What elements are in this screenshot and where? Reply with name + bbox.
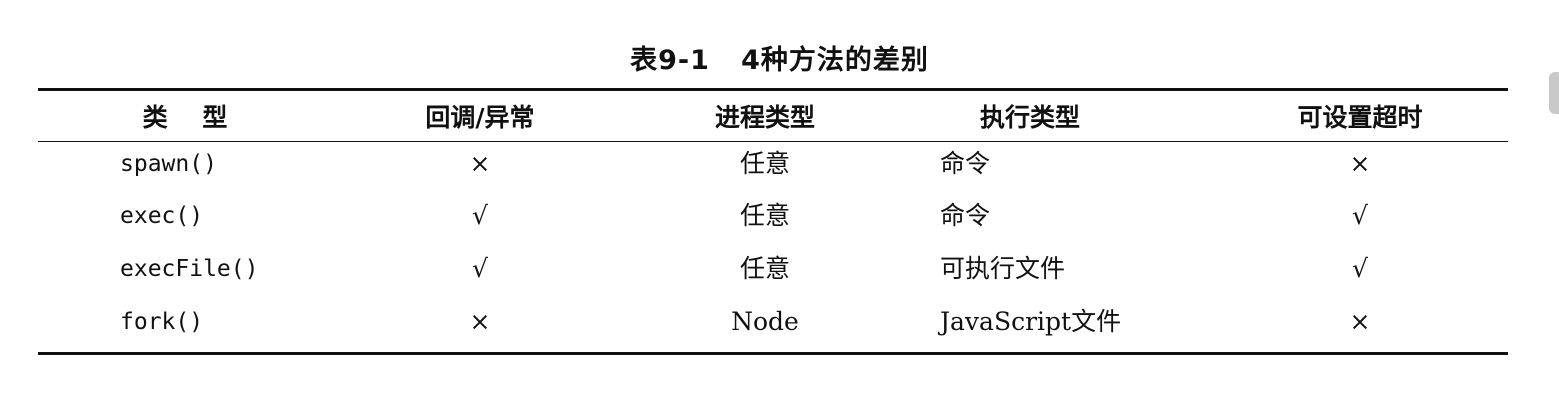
scrollbar-tab[interactable] [1549, 72, 1559, 114]
cell-execution-type: 命令 [940, 149, 991, 178]
cell-execution-type: 命令 [940, 201, 991, 230]
table-bottom-rule [38, 352, 1508, 355]
cell-method: spawn() [120, 151, 217, 177]
cell-callback-exception: √ [472, 201, 488, 230]
cell-timeout: × [1349, 149, 1371, 178]
table-row: execFile() √ 任意 可执行文件 √ [0, 249, 1559, 289]
cell-process-type: 任意 [739, 254, 790, 283]
header-process-type: 进程类型 [714, 103, 815, 132]
header-execution-type: 执行类型 [979, 103, 1080, 132]
table-row: exec() √ 任意 命令 √ [0, 196, 1559, 236]
cell-timeout: √ [1352, 254, 1368, 283]
cell-execution-type: JavaScript文件 [940, 307, 1122, 336]
table-top-rule [38, 88, 1508, 91]
cell-execution-type: 可执行文件 [940, 254, 1066, 283]
table-row: fork() × Node JavaScript文件 × [0, 302, 1559, 342]
cell-callback-exception: × [469, 307, 491, 336]
cell-timeout: × [1349, 307, 1371, 336]
cell-method: exec() [120, 203, 204, 229]
cell-process-type: 任意 [739, 201, 790, 230]
header-callback-exception: 回调/异常 [425, 103, 535, 132]
cell-timeout: √ [1352, 201, 1368, 230]
cell-callback-exception: × [469, 149, 491, 178]
header-timeout-configurable: 可设置超时 [1297, 103, 1423, 132]
cell-process-type: Node [731, 307, 799, 336]
table-row: spawn() × 任意 命令 × [0, 144, 1559, 184]
cell-method: execFile() [120, 256, 259, 282]
cell-process-type: 任意 [739, 149, 790, 178]
header-type: 类 型 [142, 103, 228, 132]
table-header-rule [38, 141, 1508, 142]
table-caption: 表9-1 4种方法的差别 [630, 45, 929, 76]
cell-callback-exception: √ [472, 254, 488, 283]
cell-method: fork() [120, 309, 204, 335]
